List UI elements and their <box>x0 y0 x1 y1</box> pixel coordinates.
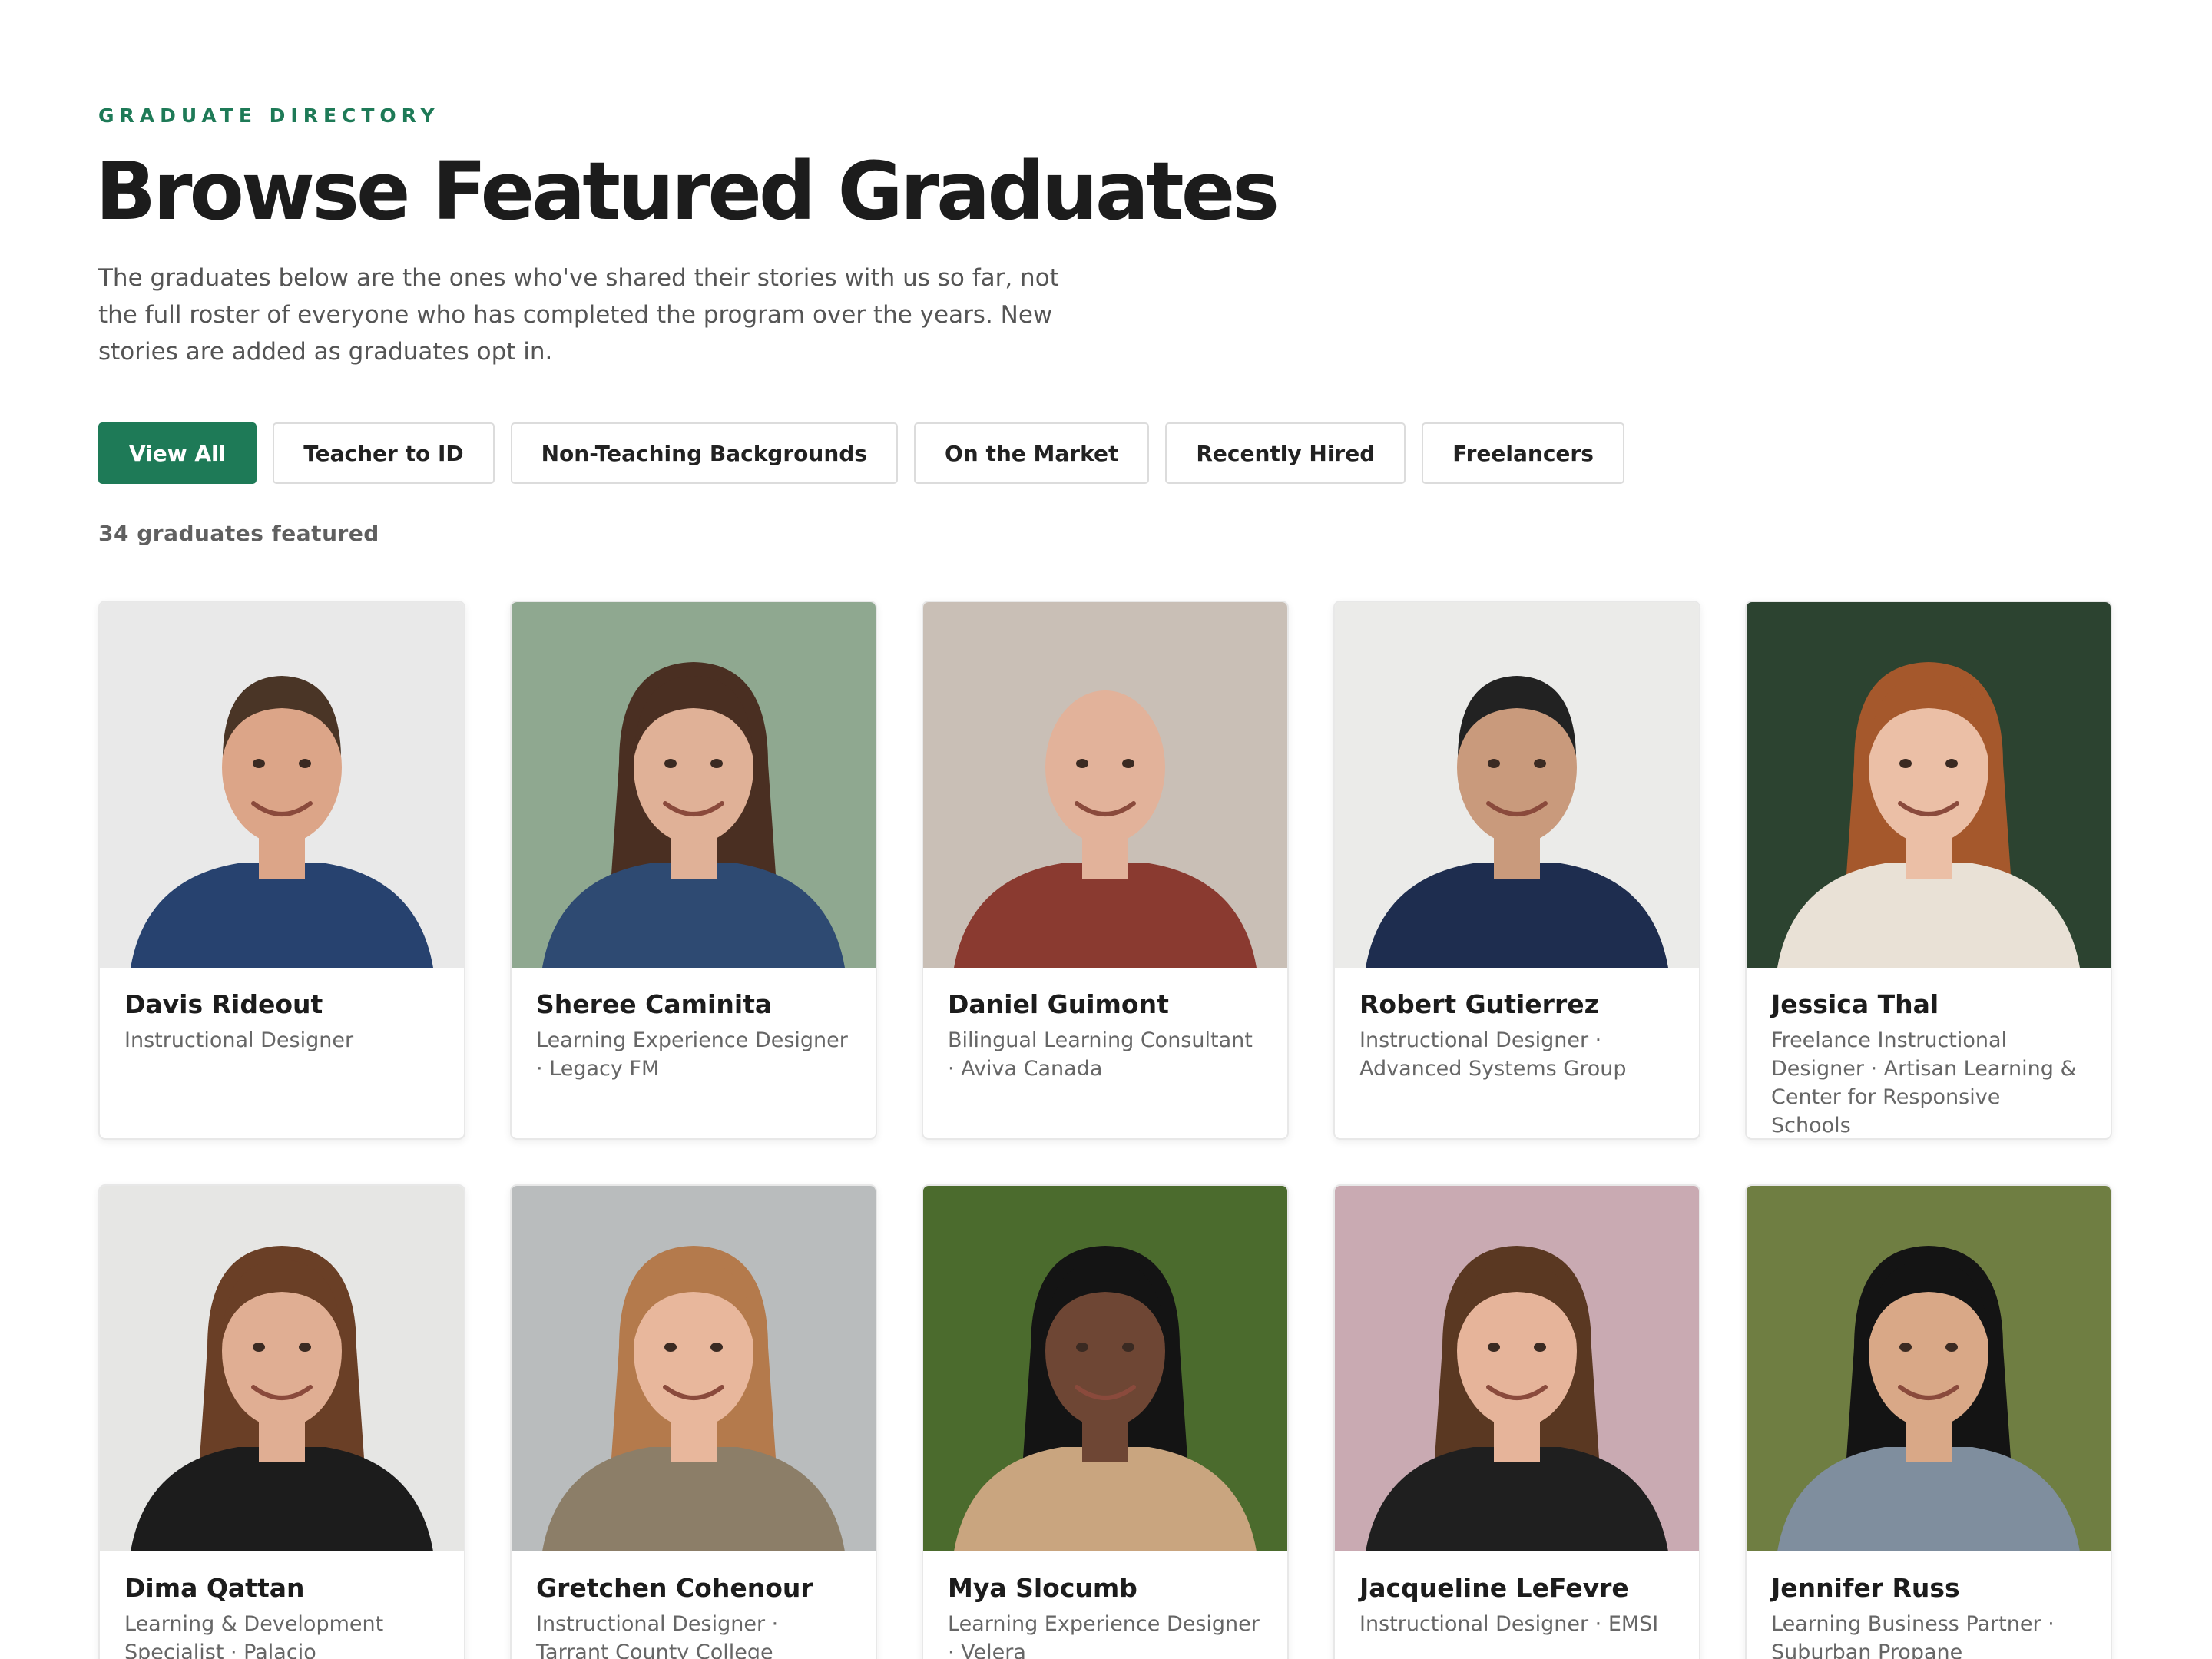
graduate-photo <box>1747 1186 2111 1551</box>
graduate-photo <box>512 602 876 968</box>
graduate-name: Dima Qattan <box>124 1573 305 1603</box>
filter-recently-hired[interactable]: Recently Hired <box>1165 422 1406 484</box>
graduate-name: Mya Slocumb <box>948 1573 1137 1603</box>
portrait-image <box>923 602 1287 968</box>
graduate-card[interactable]: Robert Gutierrez Instructional Designer ·… <box>1333 601 1700 1140</box>
graduate-photo <box>1335 602 1699 968</box>
portrait-image <box>100 602 464 968</box>
graduate-photo <box>1335 1186 1699 1551</box>
graduate-photo <box>923 1186 1287 1551</box>
graduate-directory-page: GRADUATE DIRECTORY Browse Featured Gradu… <box>0 0 2212 1659</box>
filter-bar: View All Teacher to ID Non-Teaching Back… <box>98 422 1624 484</box>
graduate-name: Daniel Guimont <box>948 989 1169 1019</box>
page-title: Browse Featured Graduates <box>95 144 1280 238</box>
graduate-name: Robert Gutierrez <box>1359 989 1599 1019</box>
graduate-role: Learning & Development Specialist · Pala… <box>124 1611 384 1659</box>
filter-teacher-to-id[interactable]: Teacher to ID <box>273 422 495 484</box>
graduate-photo <box>512 1186 876 1551</box>
graduate-name: Jennifer Russ <box>1771 1573 1960 1603</box>
graduate-role: Bilingual Learning Consultant · Aviva Ca… <box>948 1028 1253 1081</box>
graduate-role: Instructional Designer <box>124 1028 354 1052</box>
graduate-role: Learning Experience Designer · Velera <box>948 1611 1260 1659</box>
graduate-name: Gretchen Cohenour <box>536 1573 813 1603</box>
graduate-photo <box>923 602 1287 968</box>
section-eyebrow: GRADUATE DIRECTORY <box>98 104 440 127</box>
graduate-photo <box>100 602 464 968</box>
filter-freelancers[interactable]: Freelancers <box>1422 422 1624 484</box>
graduate-card[interactable]: Daniel Guimont Bilingual Learning Consult… <box>922 601 1289 1140</box>
graduate-card[interactable]: Sheree Caminita Learning Experience Desig… <box>510 601 877 1140</box>
portrait-image <box>1747 1186 2111 1551</box>
graduate-card[interactable]: Davis Rideout Instructional Designer <box>98 601 465 1140</box>
graduate-name: Sheree Caminita <box>536 989 773 1019</box>
graduate-name: Davis Rideout <box>124 989 323 1019</box>
graduate-card[interactable]: Jacqueline LeFevre Instructional Designer… <box>1333 1184 1700 1659</box>
graduate-card[interactable]: Mya Slocumb Learning Experience Designer … <box>922 1184 1289 1659</box>
graduate-card[interactable]: Jennifer Russ Learning Business Partner ·… <box>1745 1184 2112 1659</box>
portrait-image <box>512 1186 876 1551</box>
intro-text: The graduates below are the ones who've … <box>98 264 1059 366</box>
portrait-image <box>923 1186 1287 1551</box>
portrait-image <box>1335 1186 1699 1551</box>
graduate-photo <box>1747 602 2111 968</box>
graduate-role: Freelance Instructional Designer · Artis… <box>1771 1028 2077 1137</box>
graduate-name: Jessica Thal <box>1771 989 1939 1019</box>
graduate-role: Instructional Designer · Tarrant County … <box>536 1611 779 1659</box>
portrait-image <box>100 1186 464 1551</box>
graduate-role: Learning Experience Designer · Legacy FM <box>536 1028 848 1081</box>
portrait-image <box>512 602 876 968</box>
filter-non-teaching-backgrounds[interactable]: Non-Teaching Backgrounds <box>510 422 898 484</box>
graduate-name: Jacqueline LeFevre <box>1359 1573 1629 1603</box>
graduates-count: 34 graduates featured <box>98 521 379 546</box>
graduate-grid: Davis Rideout Instructional Designer Sher… <box>98 601 2112 1659</box>
graduate-role: Instructional Designer · EMSI <box>1359 1611 1659 1636</box>
graduate-card[interactable]: Jessica Thal Freelance Instructional Desi… <box>1745 601 2112 1140</box>
filter-on-the-market[interactable]: On the Market <box>913 422 1150 484</box>
graduate-card[interactable]: Gretchen Cohenour Instructional Designer … <box>510 1184 877 1659</box>
portrait-image <box>1747 602 2111 968</box>
graduate-role: Instructional Designer · Advanced System… <box>1359 1028 1627 1081</box>
graduate-card[interactable]: Dima Qattan Learning & Development Specia… <box>98 1184 465 1659</box>
graduate-photo <box>100 1186 464 1551</box>
portrait-image <box>1335 602 1699 968</box>
graduate-role: Learning Business Partner · Suburban Pro… <box>1771 1611 2055 1659</box>
filter-view-all[interactable]: View All <box>98 422 257 484</box>
